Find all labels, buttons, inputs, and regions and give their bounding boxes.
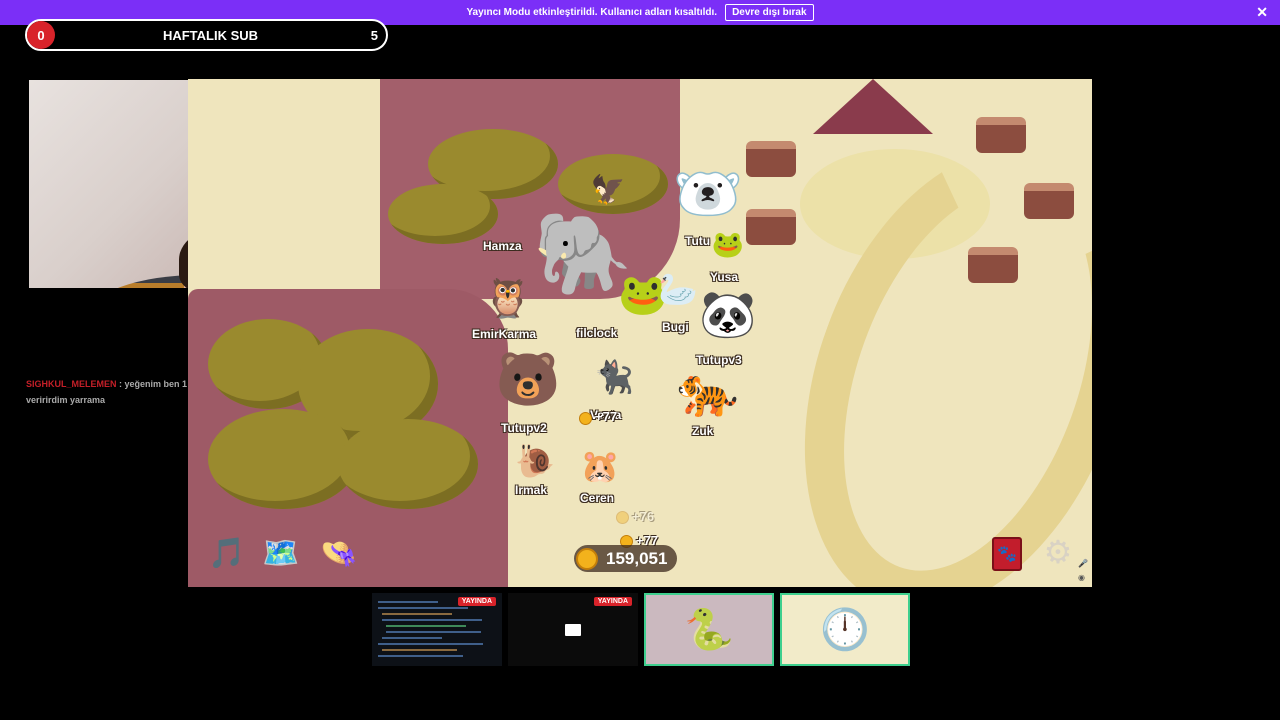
thumbnail-clock[interactable]: 🕛 bbox=[780, 593, 910, 666]
disable-streamer-mode-button[interactable]: Devre dışı bırak bbox=[725, 4, 814, 21]
record-icon[interactable]: ◉ bbox=[1078, 573, 1088, 583]
chat-username: SIGHKUL_MELEMEN bbox=[26, 379, 117, 389]
bush bbox=[338, 419, 478, 509]
player-label: Irmak bbox=[515, 483, 548, 497]
coin-gain-label: +77 bbox=[595, 409, 618, 424]
banner-message: Yayıncı Modu etkinleştirildi. Kullanıcı … bbox=[466, 7, 718, 18]
thumbnail-screen-share[interactable]: YAYINDA bbox=[508, 593, 638, 666]
hamster-character[interactable]: 🐹 bbox=[578, 444, 622, 488]
code-line bbox=[386, 625, 466, 627]
coin-icon bbox=[576, 547, 598, 570]
sub-count-badge: 0 bbox=[27, 21, 55, 49]
player-label: Hamza bbox=[483, 239, 522, 253]
code-line bbox=[378, 655, 463, 657]
bear-character[interactable]: 🐻 bbox=[493, 344, 563, 414]
live-badge: YAYINDA bbox=[457, 597, 496, 606]
player-label: Ceren bbox=[580, 491, 615, 505]
thumbnail-avatar[interactable]: 🐍 bbox=[644, 593, 774, 666]
coin-total: 159,051 bbox=[606, 548, 668, 568]
player-label: Yusa bbox=[710, 270, 739, 284]
clock-icon: 🕛 bbox=[820, 608, 870, 652]
tree-stump bbox=[746, 209, 796, 245]
code-line bbox=[382, 619, 482, 621]
avatar-icon: 🐍 bbox=[684, 608, 734, 652]
stream-thumbnails: YAYINDA YAYINDA 🐍 🕛 bbox=[372, 593, 910, 666]
music-pyramid-icon[interactable]: 🎵 bbox=[206, 533, 248, 573]
thumbnail-code-editor[interactable]: YAYINDA bbox=[372, 593, 502, 666]
owl-character[interactable]: 🦉 bbox=[478, 269, 538, 329]
bush bbox=[208, 409, 358, 509]
screen-share-icon bbox=[565, 623, 581, 636]
tree-stump bbox=[968, 247, 1018, 283]
player-label: filclock bbox=[576, 326, 618, 340]
coin-icon bbox=[616, 511, 629, 524]
coin-counter: 159,051 bbox=[574, 545, 678, 572]
goose-character[interactable]: 🦢 bbox=[658, 264, 698, 314]
tree-stump bbox=[746, 141, 796, 177]
code-line bbox=[386, 631, 481, 633]
map-icon[interactable]: 🗺️ bbox=[260, 533, 302, 573]
player-label: Bugi bbox=[662, 320, 689, 334]
player-label: Tutupv3 bbox=[696, 353, 742, 367]
coin-gain-label: +76 bbox=[632, 509, 655, 524]
live-badge: YAYINDA bbox=[593, 597, 632, 606]
player-label: EmirKarma bbox=[472, 327, 537, 341]
tiger-character[interactable]: 🐅 bbox=[668, 359, 748, 424]
tree-stump bbox=[1024, 183, 1074, 219]
code-line bbox=[382, 613, 452, 615]
player-label: Tutu bbox=[685, 234, 711, 248]
safari-hat-icon[interactable]: 👒 bbox=[318, 533, 360, 573]
close-icon[interactable]: ✕ bbox=[1256, 4, 1268, 21]
gear-icon[interactable]: ⚙ bbox=[1040, 534, 1076, 570]
code-line bbox=[378, 601, 438, 603]
tree-stump bbox=[976, 117, 1026, 153]
microphone-icon[interactable]: 🎤 bbox=[1078, 559, 1088, 569]
code-line bbox=[378, 643, 483, 645]
tent bbox=[813, 79, 933, 134]
game-viewport[interactable]: 🐘 🐻‍❄️ 🦅 🐸 🦉 🐸 🦢 🐼 🐻 🐈‍⬛ 🐅 🐌 🐹 Hamza Tut… bbox=[188, 79, 1092, 587]
snail-character[interactable]: 🐌 bbox=[513, 439, 557, 483]
frog-character[interactable]: 🐸 bbox=[708, 224, 748, 264]
bush bbox=[388, 184, 498, 244]
player-label: Tutupv2 bbox=[501, 421, 547, 435]
weekly-sub-goal-bar: 0 HAFTALIK SUB 5 bbox=[25, 19, 388, 51]
sub-goal-title: HAFTALIK SUB bbox=[162, 27, 259, 43]
stream-layout: Yayıncı Modu etkinleştirildi. Kullanıcı … bbox=[0, 0, 1280, 720]
code-line bbox=[378, 607, 468, 609]
code-line bbox=[382, 637, 442, 639]
cat-character[interactable]: 🐈‍⬛ bbox=[591, 354, 637, 400]
code-line bbox=[382, 649, 457, 651]
sub-goal-target: 5 bbox=[370, 27, 378, 43]
paw-book-icon[interactable]: 🐾 bbox=[992, 537, 1022, 571]
player-label: Zuk bbox=[692, 424, 714, 438]
eagle-character[interactable]: 🦅 bbox=[588, 169, 628, 209]
coin-icon bbox=[579, 412, 592, 425]
panda-character[interactable]: 🐼 bbox=[698, 279, 758, 349]
